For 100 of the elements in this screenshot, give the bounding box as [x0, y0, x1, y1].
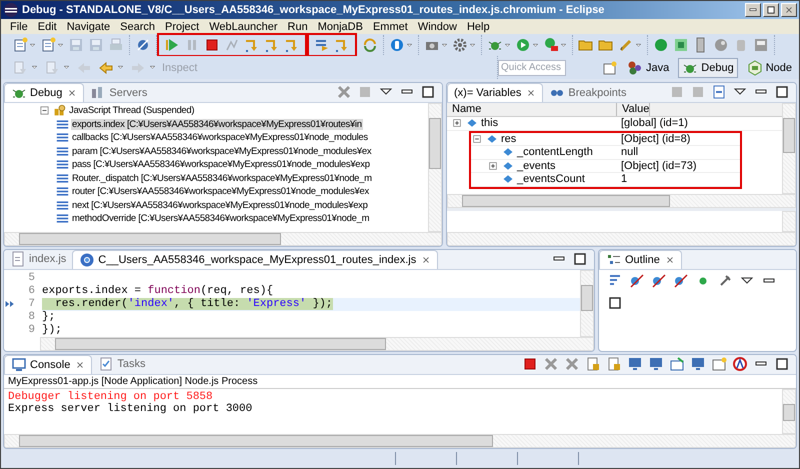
stack-frame-item[interactable]: Router._dispatch [C:¥Users¥AA558346¥workspace¥MyExpress01¥node_m — [71, 172, 373, 184]
remove-icon[interactable] — [543, 356, 559, 372]
view-tab[interactable]: Debug — [4, 83, 84, 102]
menu-item[interactable]: Project — [160, 20, 204, 32]
close-button[interactable] — [781, 3, 797, 17]
remove-icon[interactable] — [564, 356, 580, 372]
view-tab[interactable]: Console — [4, 354, 92, 374]
display-console-icon[interactable] — [648, 356, 664, 372]
close-icon[interactable] — [664, 254, 675, 265]
view-tab[interactable]: Outline — [599, 250, 682, 269]
step-filter-icon[interactable] — [314, 37, 330, 53]
caret-icon[interactable] — [560, 42, 567, 48]
caret-icon[interactable] — [635, 42, 642, 48]
menu-item[interactable]: WebLauncher — [204, 20, 283, 32]
stop-icon[interactable] — [204, 37, 220, 53]
document-icon[interactable] — [12, 37, 28, 53]
maximize-icon[interactable] — [607, 294, 623, 311]
run-icon[interactable] — [515, 37, 531, 53]
close-icon[interactable] — [75, 360, 86, 370]
collapse-icon[interactable] — [38, 104, 51, 118]
menu-item[interactable]: MonjaDB — [312, 20, 368, 32]
perspective-button[interactable]: Node — [744, 58, 795, 78]
maximize-button[interactable] — [763, 3, 779, 17]
close-icon[interactable] — [526, 88, 536, 98]
hide-fields-icon[interactable] — [651, 272, 667, 289]
close-icon[interactable] — [421, 254, 432, 265]
menu-item[interactable]: Search — [115, 20, 160, 32]
stack-frame-item[interactable]: exports.index [C:¥Users¥AA558346¥workspace¥MyExpress01¥routes¥in — [71, 118, 363, 130]
stack-frame-icon — [56, 185, 69, 198]
remove-icon[interactable] — [336, 84, 352, 100]
stack-frame-item[interactable]: router [C:¥Users¥AA558346¥workspace¥MyExpress01¥node_modules¥ex — [71, 186, 370, 198]
menu-item[interactable]: Navigate — [62, 20, 116, 32]
minimize-button[interactable] — [745, 3, 761, 17]
resume-icon[interactable] — [164, 37, 180, 53]
stack-frame-icon — [56, 144, 69, 158]
caret-icon[interactable] — [504, 42, 511, 48]
quick-access-field[interactable]: Quick Access — [498, 60, 566, 76]
skip-breakpoints-icon[interactable] — [135, 37, 151, 53]
hide-fields-icon[interactable] — [629, 272, 645, 289]
process-label: MyExpress01-app.js [Node Application] Node.js Process — [4, 374, 796, 389]
memory-card-icon[interactable] — [753, 37, 769, 53]
column-header[interactable]: Value — [617, 103, 650, 116]
perspective-button[interactable]: Java — [624, 58, 672, 78]
code-line: }); — [42, 324, 62, 336]
stack-frame-item[interactable]: next [C:¥Users¥AA558346¥workspace¥MyExpress01¥node_modules¥exp — [71, 200, 369, 211]
back-arrow-icon[interactable] — [98, 60, 114, 76]
close-icon — [784, 5, 794, 15]
maximize-icon[interactable] — [774, 84, 790, 100]
menu-item[interactable]: Emmet — [368, 20, 413, 32]
tree-item[interactable]: JavaScript Thread (Suspended) — [68, 105, 196, 116]
caret-icon[interactable] — [406, 42, 413, 48]
open-console-icon[interactable] — [711, 356, 727, 372]
view-tab[interactable]: Breakpoints — [543, 83, 632, 102]
hide-fields-icon[interactable] — [673, 272, 689, 289]
caret-icon[interactable] — [117, 64, 124, 71]
menu-item[interactable]: Help — [462, 20, 495, 32]
caret-icon[interactable] — [441, 42, 448, 48]
letter-a-logo-icon[interactable] — [732, 356, 748, 372]
scroll-lock-icon[interactable] — [606, 356, 622, 372]
gear-icon[interactable] — [452, 37, 468, 53]
view-tab[interactable]: Tasks — [92, 354, 152, 374]
view-tab[interactable]: C__Users_AA558346_workspace_MyExpress01_routes_index.js — [72, 250, 438, 269]
column-header[interactable]: Name — [447, 103, 617, 116]
maximize-icon[interactable] — [572, 250, 588, 267]
expand-icon[interactable] — [451, 117, 463, 130]
run-external-icon[interactable] — [543, 37, 559, 53]
document-icon[interactable] — [40, 37, 56, 53]
collapse-all-icon[interactable] — [711, 84, 727, 100]
display-console-icon[interactable] — [690, 356, 706, 372]
expand-icon[interactable] — [487, 160, 499, 172]
menu-item[interactable]: Window — [412, 20, 462, 32]
refresh-icon[interactable] — [362, 37, 378, 53]
stack-frame-item[interactable]: param [C:¥Users¥AA558346¥workspace¥MyExpress01¥node_modules¥ex — [71, 146, 372, 157]
pin-console-icon[interactable] — [669, 356, 685, 372]
stack-frame-item[interactable]: methodOverride [C:¥Users¥AA558346¥workspace¥MyExpress01¥node_m — [71, 213, 370, 224]
caret-icon[interactable] — [469, 42, 476, 48]
server-icon[interactable] — [673, 37, 689, 53]
stack-frame-item[interactable]: pass [C:¥Users¥AA558346¥workspace¥MyExpress01¥node_modules¥exp — [71, 159, 371, 170]
stop-icon[interactable] — [522, 356, 538, 372]
caret-icon[interactable] — [57, 42, 64, 48]
caret-icon[interactable] — [29, 42, 36, 48]
maximize-icon[interactable] — [420, 84, 436, 100]
menu-item[interactable]: File — [5, 20, 33, 32]
collapse-icon[interactable] — [471, 132, 483, 145]
caret-icon[interactable] — [532, 42, 539, 48]
perspective-button[interactable]: Debug — [678, 58, 738, 78]
display-console-icon[interactable] — [627, 356, 643, 372]
close-icon[interactable] — [67, 88, 78, 98]
view-tab[interactable]: index.js — [4, 250, 72, 269]
maximize-icon[interactable] — [774, 356, 790, 372]
menu-item[interactable]: Run — [282, 20, 313, 32]
menu-item[interactable]: Edit — [32, 20, 62, 32]
record-icon[interactable] — [653, 37, 669, 53]
stack-frame-item[interactable]: callbacks [C:¥Users¥AA558346¥workspace¥MyExpress01¥node_modules — [71, 132, 369, 144]
new-view-icon[interactable] — [602, 60, 618, 76]
launch-icon[interactable] — [389, 37, 405, 53]
maximize-icon — [766, 5, 776, 15]
view-tab[interactable]: Servers — [84, 83, 154, 102]
scroll-lock-icon[interactable] — [585, 356, 601, 372]
view-tab[interactable]: (x)= Variables — [447, 83, 544, 102]
